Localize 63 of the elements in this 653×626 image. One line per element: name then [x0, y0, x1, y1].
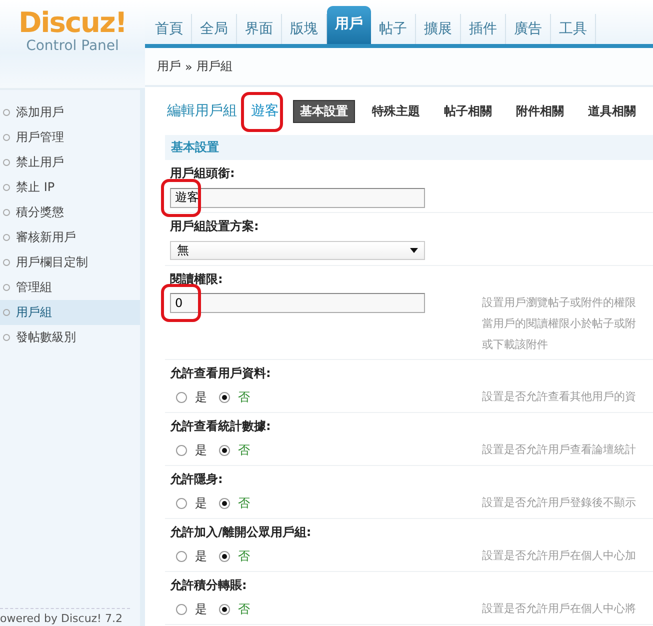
field-label: 用戶組設置方案:	[170, 218, 260, 235]
nav-tab[interactable]: 用戶	[327, 6, 371, 44]
sidebar-item[interactable]: 用戶欄目定制	[0, 250, 140, 275]
settings-tab[interactable]: 基本設置	[293, 100, 355, 122]
text-field[interactable]: 遊客	[170, 188, 425, 208]
dropdown-arrow-icon	[410, 248, 418, 253]
settings-tab[interactable]: 道具相關	[581, 100, 643, 122]
nav-tab[interactable]: 界面	[237, 14, 282, 44]
sidebar-item[interactable]: 管理組	[0, 275, 140, 300]
text-field[interactable]: 0	[170, 293, 425, 313]
radio-option[interactable]: 否	[219, 600, 250, 618]
settings-tab[interactable]: 帖子相關	[437, 100, 499, 122]
nav-tab[interactable]: 插件	[461, 14, 506, 44]
field-description: 設置是否允許用戶在個人中心將	[482, 601, 637, 617]
nav-tab[interactable]: 帖子	[371, 14, 416, 44]
sidebar-item[interactable]: 禁止 IP	[0, 175, 140, 200]
nav-tab[interactable]: 工具	[551, 14, 596, 44]
nav-tab[interactable]: 廣告	[506, 14, 551, 44]
footer-text: owered by Discuz! 7.2	[0, 608, 130, 626]
settings-tab[interactable]: 附件相關	[509, 100, 571, 122]
sidebar-item[interactable]: 禁止用戶	[0, 150, 140, 175]
sidebar-item[interactable]: 用戶管理	[0, 125, 140, 150]
nav-tab[interactable]: 首頁	[147, 14, 192, 44]
field-label: 用戶組頭銜:	[170, 165, 236, 182]
radio-option[interactable]: 是	[176, 442, 207, 458]
radio-option[interactable]: 是	[176, 600, 207, 618]
radio-option[interactable]: 是	[176, 548, 207, 564]
radio-option[interactable]: 否	[219, 442, 250, 458]
radio-option[interactable]: 是	[176, 494, 207, 512]
select-field[interactable]: 無	[170, 241, 425, 260]
field-label: 允許查看統計數據:	[170, 418, 272, 435]
nav-tab[interactable]: 擴展	[416, 14, 461, 44]
breadcrumb-item[interactable]: 用戶組	[196, 58, 232, 75]
sidebar-item[interactable]: 審核新用戶	[0, 225, 140, 250]
field-label: 允許隱身:	[170, 471, 224, 488]
field-description: 設置是否允許查看其他用戶的資	[482, 389, 637, 405]
logo-title: Discuz!	[18, 8, 127, 38]
logo-subtitle: Control Panel	[26, 38, 119, 54]
field-description: 或下載該附件	[482, 337, 549, 353]
field-label: 允許積分轉賬:	[170, 577, 248, 594]
sidebar-item[interactable]: 積分獎懲	[0, 200, 140, 225]
sidebar-item[interactable]: 用戶組	[0, 300, 140, 325]
breadcrumb-item[interactable]: 用戶	[157, 58, 181, 75]
field-description: 設置用戶瀏覽帖子或附件的權限	[482, 295, 637, 311]
field-label: 允許加入/離開公眾用戶組:	[170, 524, 312, 541]
field-description: 設置是否允許用戶登錄後不顯示	[482, 495, 637, 511]
group-link[interactable]: 遊客	[247, 102, 283, 120]
radio-option[interactable]: 是	[176, 388, 207, 406]
field-label: 允許查看用戶資料:	[170, 365, 272, 382]
nav-tab[interactable]: 全局	[192, 14, 237, 44]
page-title: 編輯用戶組	[167, 102, 237, 120]
field-description: 設置是否允許用戶查看論壇統計	[482, 442, 637, 458]
field-label: 閱讀權限:	[170, 271, 224, 288]
sidebar-item[interactable]: 發帖數級別	[0, 325, 140, 350]
section-heading: 基本設置	[165, 135, 653, 160]
radio-option[interactable]: 否	[219, 548, 250, 564]
radio-option[interactable]: 否	[219, 494, 250, 512]
breadcrumb-separator: »	[185, 60, 192, 74]
radio-option[interactable]: 否	[219, 388, 250, 406]
field-description: 設置是否允許用戶在個人中心加	[482, 548, 637, 564]
field-description: 當用戶的閱讀權限小於帖子或附	[482, 316, 637, 332]
sidebar-item[interactable]: 添加用戶	[0, 100, 140, 125]
settings-tab[interactable]: 特殊主題	[365, 100, 427, 122]
